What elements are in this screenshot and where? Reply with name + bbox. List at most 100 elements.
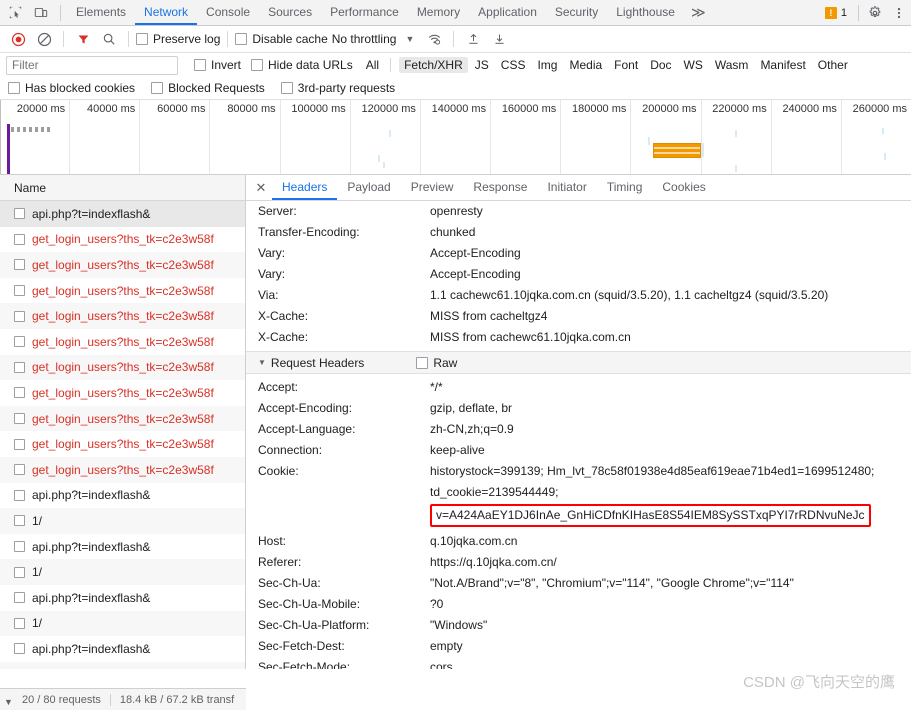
table-row[interactable]: api.php?t=indexflash& [0,483,245,509]
third-party-requests-checkbox[interactable]: 3rd-party requests [280,81,395,95]
tab-timing[interactable]: Timing [597,175,653,200]
filter-type-fetch-xhr[interactable]: Fetch/XHR [399,57,468,73]
invert-box[interactable] [194,59,206,71]
table-row[interactable]: 1/ [0,661,245,669]
header-value[interactable]: gzip, deflate, br [430,398,911,419]
scroll-down-icon[interactable]: ▼ [4,697,13,707]
raw-checkbox[interactable]: Raw [416,356,457,370]
header-value[interactable]: empty [430,636,911,657]
raw-box[interactable] [416,356,429,369]
table-row[interactable]: api.php?t=indexflash& [0,585,245,611]
gear-icon[interactable] [863,1,887,25]
request-list-scroll[interactable]: api.php?t=indexflash& get_login_users?th… [0,201,245,669]
header-value[interactable]: cors [430,657,911,669]
row-checkbox-icon[interactable] [14,361,25,373]
filter-type-media[interactable]: Media [564,57,607,73]
table-row[interactable]: get_login_users?ths_tk=c2e3w58f [0,303,245,329]
table-row[interactable]: get_login_users?ths_tk=c2e3w58f [0,252,245,278]
table-row[interactable]: get_login_users?ths_tk=c2e3w58f [0,431,245,457]
cookie-value[interactable]: historystock=399139; Hm_lvt_78c58f01938e… [430,461,911,527]
tab-application[interactable]: Application [469,0,546,25]
more-options-icon[interactable] [887,1,911,25]
clear-icon[interactable] [32,27,56,51]
row-checkbox-icon[interactable] [14,285,25,297]
more-tabs-icon[interactable]: ≫ [684,0,713,25]
tab-sources[interactable]: Sources [259,0,321,25]
record-stop-icon[interactable] [6,27,30,51]
filter-type-manifest[interactable]: Manifest [755,57,810,73]
disable-cache-box[interactable] [235,33,248,45]
close-icon[interactable]: ✕ [250,176,272,200]
tab-lighthouse[interactable]: Lighthouse [607,0,684,25]
filter-type-other[interactable]: Other [813,57,853,73]
filter-type-font[interactable]: Font [609,57,643,73]
tab-initiator[interactable]: Initiator [537,175,596,200]
table-row[interactable]: api.php?t=indexflash& [0,636,245,662]
invert-checkbox[interactable]: Invert [194,58,241,72]
search-icon[interactable] [97,27,121,51]
header-value[interactable]: "Not.A/Brand";v="8", "Chromium";v="114",… [430,573,911,594]
row-checkbox-icon[interactable] [14,438,25,450]
filter-type-wasm[interactable]: Wasm [710,57,754,73]
row-checkbox-icon[interactable] [14,566,25,578]
row-checkbox-icon[interactable] [14,489,25,501]
header-value[interactable]: q.10jqka.com.cn [430,531,911,552]
header-value[interactable]: https://q.10jqka.com.cn/ [430,552,911,573]
preserve-log-checkbox[interactable]: Preserve log [136,32,220,46]
tab-headers[interactable]: Headers [272,175,338,200]
row-checkbox-icon[interactable] [14,541,25,553]
filter-type-doc[interactable]: Doc [645,57,676,73]
table-row[interactable]: 1/ [0,610,245,637]
table-row[interactable]: get_login_users?ths_tk=c2e3w58f [0,227,245,253]
request-list-column-name[interactable]: Name [0,175,245,201]
has-blocked-cookies-box[interactable] [8,82,20,94]
throttling-select[interactable]: No throttling [332,32,397,46]
network-overview-timeline[interactable]: 20000 ms 40000 ms 60000 ms 80000 ms 1000… [0,100,911,175]
tab-console[interactable]: Console [197,0,259,25]
row-checkbox-icon[interactable] [14,617,25,629]
disable-cache-checkbox[interactable]: Disable cache [235,32,328,46]
tab-memory[interactable]: Memory [408,0,469,25]
filter-type-img[interactable]: Img [532,57,562,73]
table-row[interactable]: get_login_users?ths_tk=c2e3w58f [0,456,245,483]
row-checkbox-icon[interactable] [14,310,25,322]
preserve-log-box[interactable] [136,33,148,45]
device-toolbar-icon[interactable] [28,1,54,25]
tab-preview[interactable]: Preview [401,175,464,200]
tab-performance[interactable]: Performance [321,0,408,25]
tab-payload[interactable]: Payload [337,175,400,200]
row-checkbox-icon[interactable] [14,387,25,399]
filter-input[interactable] [6,55,178,75]
chevron-down-icon[interactable]: ▼ [405,34,414,44]
table-row[interactable]: api.php?t=indexflash& [0,534,245,560]
table-row[interactable]: get_login_users?ths_tk=c2e3w58f [0,380,245,406]
header-value[interactable]: chunked [430,222,911,243]
header-value[interactable]: openresty [430,201,911,222]
row-checkbox-icon[interactable] [14,336,25,348]
table-row[interactable]: get_login_users?ths_tk=c2e3w58f [0,278,245,304]
blocked-requests-checkbox[interactable]: Blocked Requests [151,81,265,95]
row-checkbox-icon[interactable] [14,592,25,604]
header-value[interactable]: zh-CN,zh;q=0.9 [430,419,911,440]
header-value[interactable]: "Windows" [430,615,911,636]
row-checkbox-icon[interactable] [14,233,25,245]
filter-type-js[interactable]: JS [470,57,494,73]
tab-elements[interactable]: Elements [67,0,135,25]
table-row[interactable]: get_login_users?ths_tk=c2e3w58f [0,354,245,381]
header-value[interactable]: */* [430,377,911,398]
hide-data-urls-checkbox[interactable]: Hide data URLs [251,58,353,72]
row-checkbox-icon[interactable] [14,413,25,425]
tab-cookies[interactable]: Cookies [652,175,715,200]
filter-type-all[interactable]: All [361,57,384,73]
header-value[interactable]: MISS from cachewc61.10jqka.com.cn [430,327,911,348]
headers-body[interactable]: Server: openresty Transfer-Encoding: chunk… [246,201,911,669]
tab-security[interactable]: Security [546,0,607,25]
has-blocked-cookies-checkbox[interactable]: Has blocked cookies [8,81,135,95]
filter-funnel-icon[interactable] [71,27,95,51]
header-value[interactable]: MISS from cacheltgz4 [430,306,911,327]
tab-response[interactable]: Response [463,175,537,200]
header-value[interactable]: Accept-Encoding [430,243,911,264]
table-row[interactable]: get_login_users?ths_tk=c2e3w58f [0,329,245,355]
third-party-box[interactable] [280,82,293,94]
table-row[interactable]: 1/ [0,508,245,534]
